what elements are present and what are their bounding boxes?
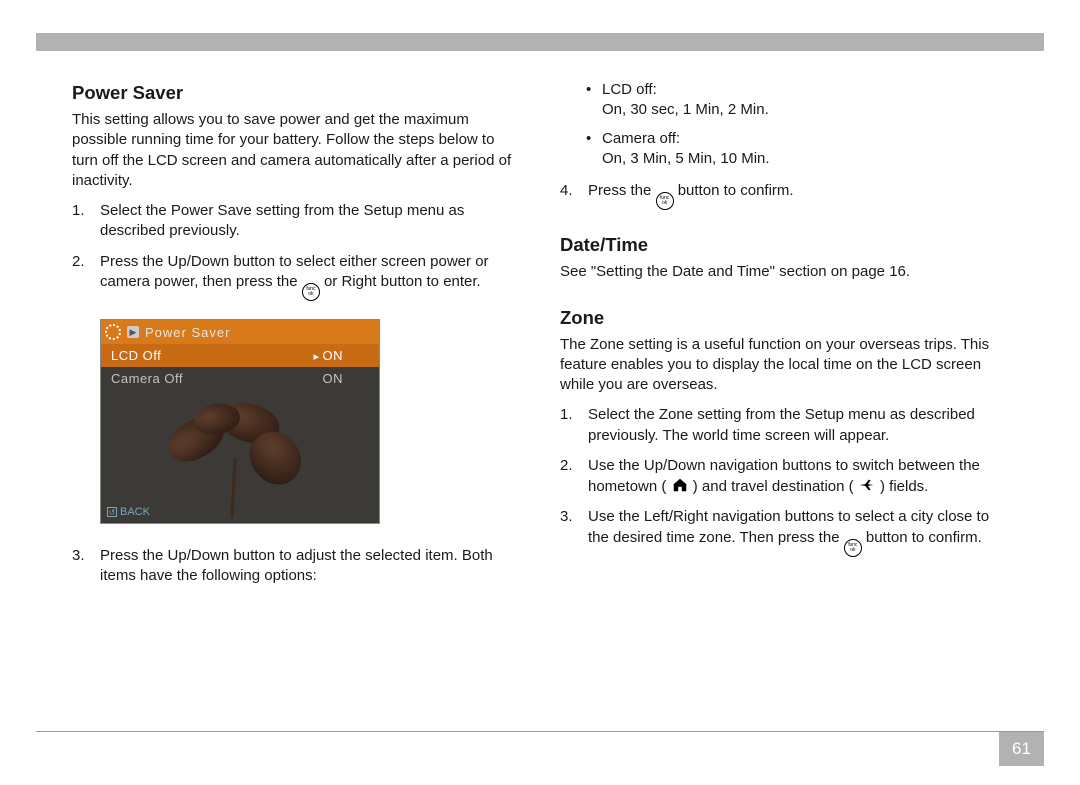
power-saver-intro: This setting allows you to save power an… — [72, 110, 520, 191]
power-step-3: 3.Press the Up/Down button to adjust the… — [72, 546, 520, 587]
arrow-icon: ▶ — [127, 326, 139, 338]
screenshot-back: ↺ BACK — [107, 506, 150, 518]
power-step-3-text: Press the Up/Down button to adjust the s… — [100, 547, 493, 584]
row-camera-label: Camera Off — [111, 371, 183, 386]
screenshot-row-lcd: LCD Off ON — [101, 344, 379, 367]
zone-step-3: 3. Use the Left/Right navigation buttons… — [560, 507, 1008, 557]
row-lcd-value: ON — [313, 348, 343, 363]
screenshot-title: Power Saver — [145, 325, 230, 340]
heading-zone: Zone — [560, 307, 1008, 329]
screenshot-header: ▶ Power Saver — [101, 320, 379, 344]
heading-power-saver: Power Saver — [72, 82, 520, 104]
airplane-icon — [858, 476, 876, 494]
zone-step-2: 2. Use the Up/Down navigation buttons to… — [560, 456, 1008, 498]
camera-lcd-screenshot: ▶ Power Saver LCD Off ON Camera Off ON ↺… — [100, 319, 380, 524]
date-time-text: See "Setting the Date and Time" section … — [560, 262, 1008, 282]
flower-image — [156, 398, 316, 513]
zone-step-1-text: Select the Zone setting from the Setup m… — [588, 406, 975, 443]
zone-step-1: 1.Select the Zone setting from the Setup… — [560, 405, 1008, 446]
power-step-4: 4. Press the funcok button to confirm. — [560, 181, 1008, 210]
zone-step-2c: ) fields. — [880, 478, 928, 495]
home-icon — [671, 476, 689, 494]
gear-icon — [105, 324, 121, 340]
back-label: BACK — [120, 506, 150, 518]
zone-step-3b: button to confirm. — [866, 529, 982, 546]
power-step-1: 1.Select the Power Save setting from the… — [72, 201, 520, 242]
page-number: 61 — [999, 732, 1044, 766]
screenshot-row-camera: Camera Off ON — [101, 367, 379, 390]
back-arrow-icon: ↺ — [107, 507, 117, 517]
func-ok-icon: funcok — [656, 192, 674, 210]
func-ok-icon: funcok — [844, 539, 862, 557]
zone-intro: The Zone setting is a useful function on… — [560, 335, 1008, 396]
bullet-camera-values: On, 3 Min, 5 Min, 10 Min. — [602, 150, 770, 167]
right-column: LCD off: On, 30 sec, 1 Min, 2 Min. Camer… — [560, 80, 1008, 727]
step4-text-a: Press the — [588, 182, 656, 199]
zone-step-2b: ) and travel destination ( — [693, 478, 858, 495]
footer-divider — [36, 731, 1044, 732]
page-content: Power Saver This setting allows you to s… — [72, 80, 1008, 727]
heading-date-time: Date/Time — [560, 234, 1008, 256]
bullet-lcd-off: LCD off: On, 30 sec, 1 Min, 2 Min. — [560, 80, 1008, 121]
left-column: Power Saver This setting allows you to s… — [72, 80, 520, 727]
bullet-lcd-label: LCD off: — [602, 81, 657, 98]
bullet-lcd-values: On, 30 sec, 1 Min, 2 Min. — [602, 101, 769, 118]
row-camera-value: ON — [323, 371, 344, 386]
step4-text-b: button to confirm. — [678, 182, 794, 199]
bullet-camera-off: Camera off: On, 3 Min, 5 Min, 10 Min. — [560, 129, 1008, 170]
func-ok-icon: funcok — [302, 283, 320, 301]
power-step-1-text: Select the Power Save setting from the S… — [100, 202, 464, 239]
top-grey-bar — [36, 33, 1044, 51]
row-lcd-label: LCD Off — [111, 348, 161, 363]
power-step-2-text-b: or Right button to enter. — [324, 273, 481, 290]
bullet-camera-label: Camera off: — [602, 130, 680, 147]
power-step-2: 2. Press the Up/Down button to select ei… — [72, 252, 520, 302]
